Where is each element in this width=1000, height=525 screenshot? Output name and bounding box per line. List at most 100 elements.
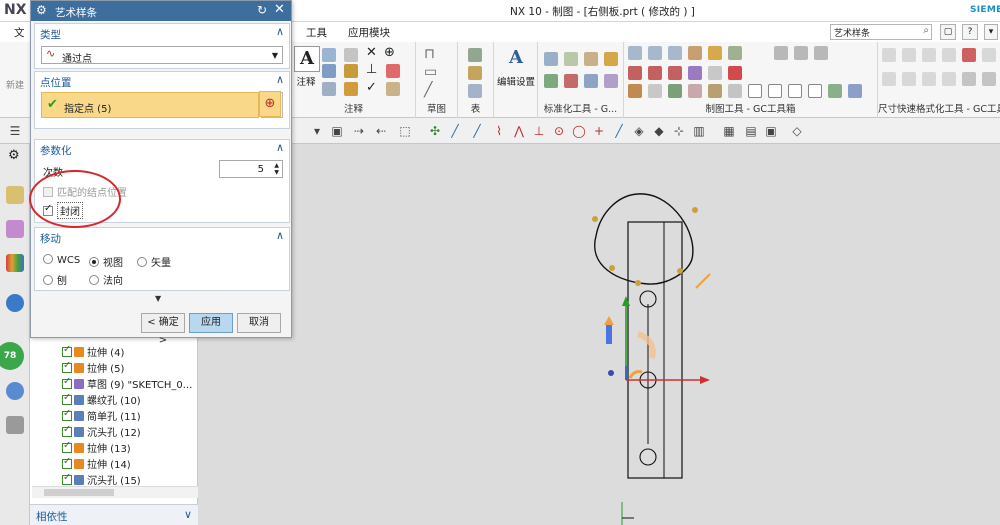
selection-filter-icon[interactable]: ▣ bbox=[330, 124, 344, 138]
gc-tool-17-icon[interactable] bbox=[648, 84, 662, 98]
spline-point-2[interactable] bbox=[609, 265, 615, 271]
dim-format-9-icon[interactable] bbox=[922, 72, 936, 86]
spinner-arrows-icon[interactable]: ▲ ▼ bbox=[274, 162, 279, 176]
view-orient-icon[interactable]: ◇ bbox=[790, 124, 804, 138]
gc-tool-11-icon[interactable] bbox=[648, 66, 662, 80]
std-tool-6-icon[interactable] bbox=[564, 74, 578, 88]
select-all-icon[interactable]: ⇢ bbox=[352, 124, 366, 138]
gc-tool-21-icon[interactable] bbox=[728, 84, 742, 98]
dim-format-8-icon[interactable] bbox=[902, 72, 916, 86]
gc-tool-12-icon[interactable] bbox=[668, 66, 682, 80]
ok-button[interactable]: < 确定 > bbox=[141, 313, 185, 346]
hatch-icon[interactable] bbox=[386, 64, 400, 78]
move-normal-option[interactable]: 法向 bbox=[89, 272, 123, 287]
area-fill-icon[interactable] bbox=[386, 82, 400, 96]
dim-format-4-icon[interactable] bbox=[942, 48, 956, 62]
manipulator-x-arrow[interactable] bbox=[700, 376, 710, 384]
wcs-icon[interactable]: ⊹ bbox=[672, 124, 686, 138]
gc-tool-10-icon[interactable] bbox=[628, 66, 642, 80]
view-options-icon[interactable]: ▥ bbox=[692, 124, 706, 138]
std-tool-2-icon[interactable] bbox=[564, 52, 578, 66]
move-vector-radio[interactable] bbox=[137, 257, 147, 267]
navigator-horizontal-scrollbar[interactable] bbox=[32, 486, 212, 498]
web-browser-icon[interactable] bbox=[6, 294, 24, 312]
spline-point-5[interactable] bbox=[692, 207, 698, 213]
gc-tool-25-icon[interactable] bbox=[808, 84, 822, 98]
move-normal-radio[interactable] bbox=[89, 275, 99, 285]
navigator-row[interactable]: 简单孔 (11) bbox=[62, 408, 141, 424]
control-point-icon[interactable]: ⌇ bbox=[492, 124, 506, 138]
check-mark-icon[interactable]: ✓ bbox=[366, 80, 377, 95]
expand-more-icon[interactable]: ▼ bbox=[155, 294, 161, 303]
target-point-icon[interactable] bbox=[322, 82, 336, 96]
gc-tool-14-icon[interactable] bbox=[708, 66, 722, 80]
snap-point-icon[interactable]: ✣ bbox=[428, 124, 442, 138]
feature-visibility-checkbox[interactable] bbox=[62, 360, 72, 373]
tab-app-module[interactable]: 应用模块 bbox=[348, 25, 390, 40]
spline-point-4[interactable] bbox=[677, 268, 683, 274]
target-icon[interactable]: ⊕ bbox=[384, 45, 395, 60]
std-tool-5-icon[interactable] bbox=[544, 74, 558, 88]
layer-icon[interactable]: ▣ bbox=[764, 124, 778, 138]
command-search-input[interactable]: 艺术样条 ⌕ bbox=[830, 24, 932, 40]
deselect-icon[interactable]: ⇠ bbox=[374, 124, 388, 138]
closed-checkbox[interactable] bbox=[43, 203, 53, 216]
move-vector-option[interactable]: 矢量 bbox=[137, 254, 171, 269]
cancel-button[interactable]: 取消 bbox=[237, 313, 281, 333]
dialog-title-bar[interactable]: ⚙ 艺术样条 ↻ ✕ bbox=[31, 1, 291, 21]
tab-tools[interactable]: 工具 bbox=[306, 25, 327, 40]
std-tool-3-icon[interactable] bbox=[584, 52, 598, 66]
gc-tool-26-icon[interactable] bbox=[828, 84, 842, 98]
intersection-icon[interactable]: ⋀ bbox=[512, 124, 526, 138]
move-view-radio[interactable] bbox=[89, 257, 99, 267]
spline-point-1[interactable] bbox=[592, 216, 598, 222]
dependencies-panel-header[interactable]: 相依性 ∨ bbox=[30, 504, 198, 525]
type-dropdown[interactable]: ∿ 通过点 ▼ bbox=[41, 46, 283, 65]
existing-point-icon[interactable]: + bbox=[592, 124, 606, 138]
arc-center-icon[interactable]: ⊙ bbox=[552, 124, 566, 138]
dim-format-2-icon[interactable] bbox=[902, 48, 916, 62]
settings-gear-icon[interactable]: ⚙ bbox=[8, 148, 20, 163]
point-on-face-icon[interactable]: ◈ bbox=[632, 124, 646, 138]
gc-tool-15-icon[interactable] bbox=[728, 66, 742, 80]
navigator-row[interactable]: 草图 (9) "SKETCH_0... bbox=[62, 376, 192, 392]
gc-tool-1-icon[interactable] bbox=[628, 46, 642, 60]
gc-tool-3-icon[interactable] bbox=[668, 46, 682, 60]
symbol-icon[interactable] bbox=[344, 64, 358, 78]
reuse-library-icon[interactable] bbox=[6, 254, 24, 272]
feature-visibility-checkbox[interactable] bbox=[62, 408, 72, 421]
edit-settings-button[interactable]: A 编辑设置 bbox=[496, 46, 536, 88]
point-constructor-button[interactable]: ⊕ bbox=[259, 91, 281, 117]
navigator-row[interactable]: 拉伸 (5) bbox=[62, 360, 124, 376]
chevron-down-icon[interactable]: ∨ bbox=[184, 508, 192, 521]
dim-format-11-icon[interactable] bbox=[962, 72, 976, 86]
rectangle-icon[interactable]: ▭ bbox=[424, 64, 437, 80]
gc-tool-22-icon[interactable] bbox=[748, 84, 762, 98]
type-section-header[interactable]: 类型 ∧ bbox=[35, 24, 289, 42]
dropdown-arrow-icon[interactable]: ▼ bbox=[272, 51, 278, 60]
feature-frame-icon[interactable] bbox=[322, 48, 336, 62]
feature-visibility-checkbox[interactable] bbox=[62, 376, 72, 389]
std-tool-1-icon[interactable] bbox=[544, 52, 558, 66]
dim-format-7-icon[interactable] bbox=[882, 72, 896, 86]
history-clock-icon[interactable] bbox=[6, 382, 24, 400]
dim-format-12-icon[interactable] bbox=[982, 72, 996, 86]
scrollbar-thumb[interactable] bbox=[44, 489, 114, 496]
datum-icon[interactable] bbox=[322, 64, 336, 78]
feature-visibility-checkbox[interactable] bbox=[62, 440, 72, 453]
manipulator-z-arrow[interactable] bbox=[604, 316, 614, 325]
move-plane-option[interactable]: 刨 bbox=[43, 272, 67, 287]
graphics-window[interactable] bbox=[198, 144, 1000, 525]
tabular-note-icon[interactable] bbox=[468, 84, 482, 98]
line-icon[interactable]: ╱ bbox=[424, 82, 432, 98]
part-navigator-icon[interactable] bbox=[6, 220, 24, 238]
spline-point-3[interactable] bbox=[635, 280, 641, 286]
assembly-navigator-icon[interactable] bbox=[6, 186, 24, 204]
circle-point-icon[interactable]: ◯ bbox=[572, 124, 586, 138]
dim-format-3-icon[interactable] bbox=[922, 48, 936, 62]
centerline-icon[interactable]: ⊥ bbox=[366, 62, 377, 77]
quadrant-icon[interactable]: ⊥ bbox=[532, 124, 546, 138]
manipulator-rotate-handle[interactable] bbox=[636, 331, 656, 359]
gc-tool-16-icon[interactable] bbox=[628, 84, 642, 98]
gc-tool-20-icon[interactable] bbox=[708, 84, 722, 98]
